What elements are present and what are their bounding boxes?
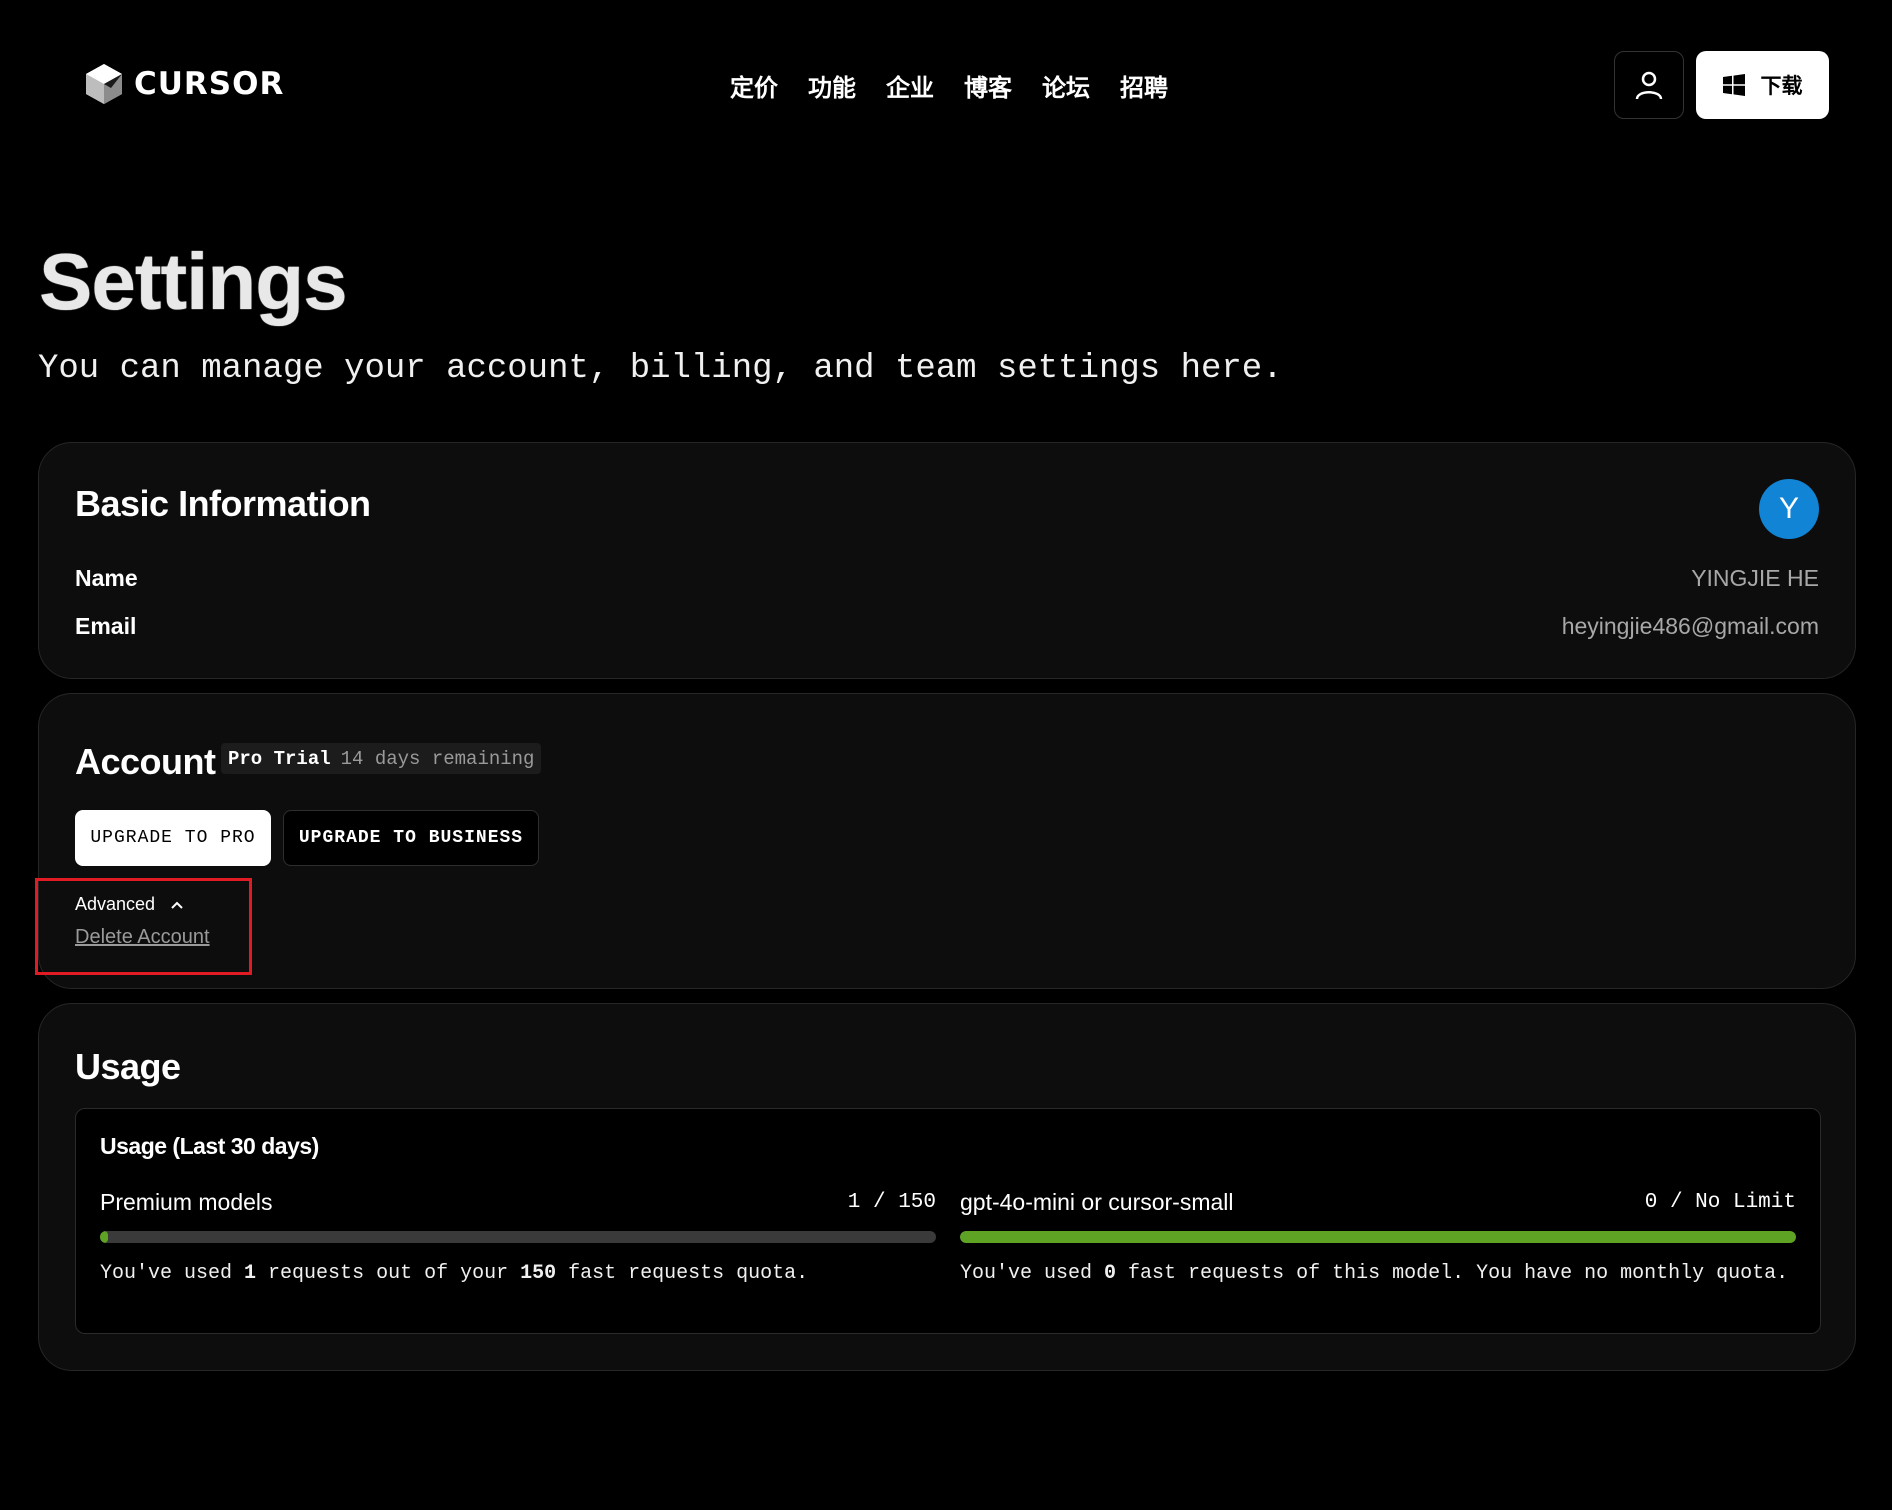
nav-blog[interactable]: 博客	[964, 68, 1012, 103]
delete-account-link[interactable]: Delete Account	[75, 926, 210, 949]
progress-bar	[100, 1231, 936, 1243]
progress-fill	[100, 1231, 109, 1243]
meter-name: Premium models	[100, 1188, 273, 1215]
name-label: Name	[75, 565, 138, 591]
advanced-label: Advanced	[75, 894, 156, 914]
usage-card: Usage Usage (Last 30 days) Premium model…	[38, 1003, 1856, 1371]
logo-text: CURSOR	[134, 66, 285, 102]
nav-pricing[interactable]: 定价	[730, 68, 778, 103]
avatar: Y	[1759, 479, 1819, 539]
name-value: YINGJIE HE	[1691, 565, 1819, 591]
windows-icon	[1722, 74, 1745, 96]
nav-enterprise[interactable]: 企业	[886, 68, 934, 103]
basic-information-card: Basic Information Y Name YINGJIE HE Emai…	[38, 442, 1856, 679]
small-models-meter: gpt-4o-mini or cursor-small 0 / No Limit…	[960, 1187, 1796, 1289]
download-button[interactable]: 下载	[1696, 51, 1829, 119]
upgrade-to-business-button[interactable]: UPGRADE TO BUSINESS	[283, 810, 539, 866]
top-header: CURSOR 定价 功能 企业 博客 论坛 招聘 下载	[0, 0, 1892, 170]
meter-description: You've used 1 requests out of your 150 f…	[100, 1262, 809, 1285]
account-title: Account	[75, 741, 216, 782]
user-account-button[interactable]	[1614, 51, 1684, 119]
user-icon	[1635, 71, 1663, 100]
main-nav: 定价 功能 企业 博客 论坛 招聘	[730, 68, 1168, 103]
usage-panel: Usage (Last 30 days) Premium models 1 / …	[75, 1108, 1821, 1334]
email-value: heyingjie486@gmail.com	[1561, 613, 1819, 639]
download-label: 下载	[1760, 73, 1803, 98]
progress-fill	[960, 1231, 1796, 1243]
nav-forum[interactable]: 论坛	[1042, 68, 1090, 103]
plan-badge: Pro Trial 14 days remaining	[221, 743, 542, 774]
usage-subtitle: Usage (Last 30 days)	[100, 1133, 319, 1159]
meter-count: 0 / No Limit	[1644, 1190, 1796, 1214]
nav-features[interactable]: 功能	[808, 68, 856, 103]
progress-bar	[960, 1231, 1796, 1243]
account-card: Account Pro Trial 14 days remaining UPGR…	[35, 693, 1856, 989]
basic-information-title: Basic Information	[75, 483, 371, 524]
usage-title: Usage	[75, 1046, 181, 1087]
premium-models-meter: Premium models 1 / 150 You've used 1 req…	[100, 1187, 936, 1289]
cursor-logo[interactable]: CURSOR	[84, 62, 284, 106]
meter-count: 1 / 150	[847, 1190, 936, 1214]
page-title: Settings	[39, 237, 348, 326]
meter-description: You've used 0 fast requests of this mode…	[960, 1262, 1789, 1285]
email-label: Email	[75, 613, 137, 639]
upgrade-to-pro-button[interactable]: UPGRADE TO PRO	[75, 810, 271, 866]
cube-logo-icon	[86, 64, 122, 104]
page-subtitle: You can manage your account, billing, an…	[38, 350, 1283, 388]
chevron-up-icon	[171, 901, 183, 909]
plan-label: Pro Trial	[228, 747, 331, 770]
plan-remaining: 14 days remaining	[340, 747, 535, 770]
meter-name: gpt-4o-mini or cursor-small	[960, 1188, 1234, 1215]
advanced-toggle[interactable]: Advanced	[75, 894, 185, 915]
nav-careers[interactable]: 招聘	[1120, 68, 1168, 103]
